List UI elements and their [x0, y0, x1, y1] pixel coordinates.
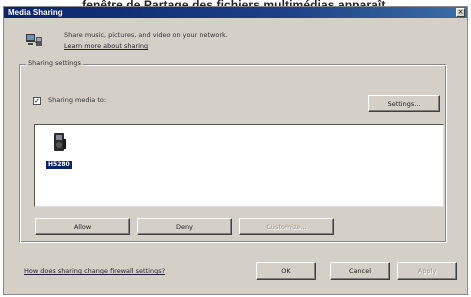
device-list[interactable]: H5280 [34, 124, 444, 207]
allow-button[interactable]: Allow [35, 218, 130, 235]
customize-button[interactable]: Customize... [239, 218, 334, 235]
media-player-device-icon [54, 133, 66, 151]
sharing-settings-legend: Sharing settings [26, 58, 83, 68]
learn-more-link[interactable]: Learn more about sharing [64, 42, 148, 51]
cancel-button[interactable]: Cancel [330, 262, 390, 280]
deny-button[interactable]: Deny [137, 218, 232, 235]
share-media-label: Sharing media to: [48, 96, 107, 104]
device-label: H5280 [46, 161, 72, 169]
close-icon[interactable]: × [456, 8, 465, 17]
info-text: Share music, pictures, and video on your… [64, 31, 228, 39]
firewall-help-link[interactable]: How does sharing change firewall setting… [24, 266, 165, 276]
device-item[interactable]: H5280 [45, 131, 75, 171]
share-media-checkbox[interactable]: ✓ [33, 97, 41, 105]
media-sharing-icon [26, 34, 42, 46]
ok-button[interactable]: OK [256, 262, 316, 280]
settings-button[interactable]: Settings... [368, 95, 440, 112]
window-title: Media Sharing [8, 8, 63, 17]
title-bar[interactable]: Media Sharing × [4, 7, 467, 18]
apply-button[interactable]: Apply [397, 262, 457, 280]
